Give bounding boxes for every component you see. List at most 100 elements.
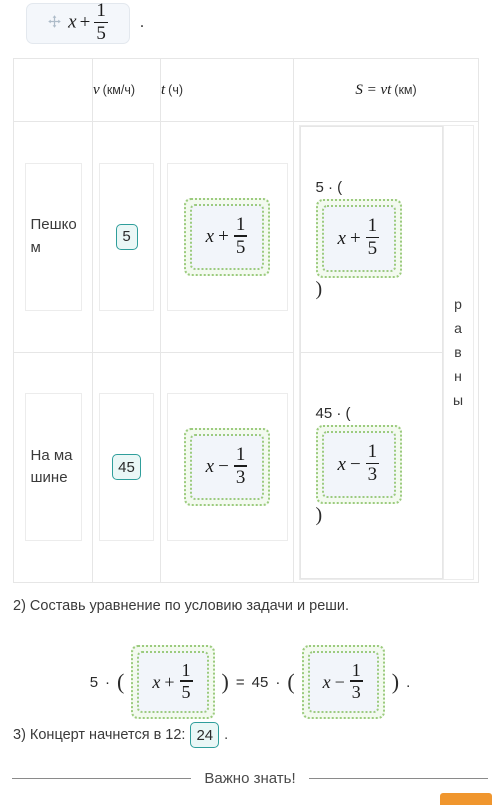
equation-dropzone-right[interactable]: x − 1 3 — [301, 645, 385, 720]
equation-equals-sign: = — [235, 673, 245, 691]
question-3-answer[interactable]: 24 — [190, 722, 220, 748]
cell-distance-group: 5 · ( x + 1 5) 45 · (x − 1 3) р а в н… — [293, 121, 479, 583]
equal-letter: в — [454, 344, 462, 360]
header-speed-unit: (км/ч) — [102, 82, 136, 97]
equal-letter: ы — [452, 392, 464, 409]
distance-numerator-pedestrian: 1 — [367, 215, 378, 237]
speed-answer-pedestrian[interactable]: 5 — [115, 223, 138, 250]
equation-left-expression: x + 1 5 — [137, 651, 209, 714]
footer-divider: Важно знать! — [12, 770, 489, 787]
distance-dropzone-pedestrian[interactable]: x + 1 5 — [315, 199, 403, 278]
draggable-expression-chip[interactable]: x + 1 5 — [26, 1, 130, 45]
equation-right-fraction: 1 3 — [349, 660, 363, 702]
equation-right-expression: x − 1 3 — [307, 651, 379, 714]
distance-op-car: − — [349, 453, 361, 475]
equation-dot-left: · — [105, 673, 111, 691]
divider-rule-left — [12, 778, 192, 779]
time-dropzone-car[interactable]: x − 1 3 — [183, 428, 271, 507]
distance-inner-table: 5 · ( x + 1 5) 45 · (x − 1 3) — [299, 125, 443, 579]
speed-slot-pedestrian[interactable]: 5 — [99, 162, 154, 311]
time-var-pedestrian: x — [205, 225, 215, 247]
chip-op: + — [79, 11, 91, 33]
distance-var-car: x — [337, 453, 346, 475]
distance-prefix-car: 45 · ( — [315, 405, 351, 423]
distance-op-pedestrian: + — [349, 227, 361, 249]
question-3-row: 3) Концерт начнется в 12: 24 . — [13, 722, 228, 748]
distance-suffix-car: ) — [315, 503, 323, 526]
time-op-pedestrian: + — [218, 225, 229, 247]
cell-speed-car: 45 — [92, 351, 161, 584]
distance-suffix-pedestrian: ) — [315, 277, 323, 300]
table-header-row: v (км/ч) t (ч) S = vt (км) — [13, 57, 479, 123]
equal-letter: н — [454, 368, 462, 385]
cell-speed-pedestrian: 5 — [92, 121, 161, 353]
equation-right-var: x — [322, 671, 331, 692]
time-fraction-pedestrian: 1 5 — [233, 213, 248, 258]
distance-denominator-pedestrian: 5 — [367, 238, 378, 260]
equation-left-fraction: 1 5 — [179, 660, 193, 702]
equation-right-denominator: 3 — [351, 681, 361, 702]
header-distance: S = vt (км) — [293, 57, 479, 123]
question-2-equation: 5 · ( x + 1 5 ) = 45 · ( x − 1 3 ) . — [0, 645, 500, 720]
distance-fraction-car: 1 3 — [365, 441, 380, 486]
equation-left-op: + — [164, 671, 175, 692]
speed-slot-car[interactable]: 45 — [99, 393, 154, 542]
time-numerator-pedestrian: 1 — [235, 213, 246, 235]
chip-fraction: 1 5 — [94, 1, 108, 45]
divider-rule-right — [308, 778, 489, 779]
distance-row-pedestrian: 5 · ( x + 1 5) — [299, 125, 443, 353]
header-distance-unit: (км) — [394, 83, 417, 98]
equation-left-denominator: 5 — [181, 681, 191, 702]
distance-expression-car: x − 1 3 — [321, 431, 397, 498]
cell-mode-car: На машине — [13, 351, 93, 584]
speed-answer-car[interactable]: 45 — [112, 454, 141, 481]
time-denominator-pedestrian: 5 — [235, 236, 246, 258]
time-fraction-car: 1 3 — [233, 444, 248, 487]
equal-letter: р — [454, 295, 462, 312]
time-numerator-car: 1 — [235, 444, 246, 466]
cell-mode-pedestrian: Пешком — [13, 121, 93, 353]
equation-close-paren-left: ) — [221, 669, 229, 695]
time-op-car: − — [218, 456, 229, 478]
distance-var-pedestrian: x — [337, 227, 346, 249]
equation-right-numerator: 1 — [351, 660, 361, 680]
chip-expression: x + 1 5 — [68, 1, 109, 45]
header-time: t (ч) — [160, 57, 294, 123]
time-slot-pedestrian[interactable]: x + 1 5 — [166, 162, 288, 311]
distance-dropzone-car[interactable]: x − 1 3 — [315, 425, 403, 504]
equation-period: . — [406, 673, 411, 691]
distance-prefix-pedestrian: 5 · ( — [315, 179, 343, 197]
footer-label: Важно знать! — [204, 770, 296, 787]
equal-column: р а в н ы — [442, 125, 473, 579]
header-time-unit: (ч) — [168, 83, 184, 98]
cell-distance-pedestrian: 5 · ( x + 1 5) — [299, 125, 443, 353]
distance-numerator-car: 1 — [367, 441, 378, 463]
chip-trailing-punctuation: . — [140, 14, 144, 31]
header-speed: v (км/ч) — [92, 57, 161, 123]
distance-content-pedestrian: 5 · ( x + 1 5) — [301, 163, 442, 314]
header-distance-symbol: S = vt — [355, 82, 392, 99]
chip-denominator: 5 — [96, 23, 106, 45]
equation-open-paren-left: ( — [117, 669, 125, 695]
equation-left-numerator: 1 — [181, 660, 191, 680]
equal-column-label: р а в н ы — [453, 292, 463, 412]
question-3-prefix: 3) Концерт начнется в 12: — [13, 727, 186, 743]
distance-denominator-car: 3 — [367, 464, 378, 486]
question-3-suffix: . — [224, 727, 229, 743]
question-2-text: 2) Составь уравнение по условию задачи и… — [13, 598, 350, 614]
equation-close-paren-right: ) — [391, 669, 400, 695]
equation-left-var: x — [152, 671, 161, 692]
orange-action-tab[interactable] — [440, 793, 492, 805]
cell-time-car: x − 1 3 — [160, 351, 294, 584]
mode-label-car: На машине — [24, 393, 82, 542]
time-dropzone-pedestrian[interactable]: x + 1 5 — [183, 197, 271, 276]
chip-var: x — [68, 11, 77, 33]
equation-dropzone-left[interactable]: x + 1 5 — [131, 645, 215, 720]
time-slot-car[interactable]: x − 1 3 — [166, 393, 288, 542]
equation-dot-right: · — [275, 673, 281, 691]
equation-left-factor: 5 — [89, 673, 99, 691]
distance-fraction-pedestrian: 1 5 — [365, 215, 380, 260]
move-arrows-icon — [47, 14, 62, 34]
distance-panel: 5 · ( x + 1 5) 45 · (x − 1 3) р а в н… — [298, 124, 474, 580]
distance-row-car: 45 · ( x − 1 3) — [299, 351, 443, 579]
